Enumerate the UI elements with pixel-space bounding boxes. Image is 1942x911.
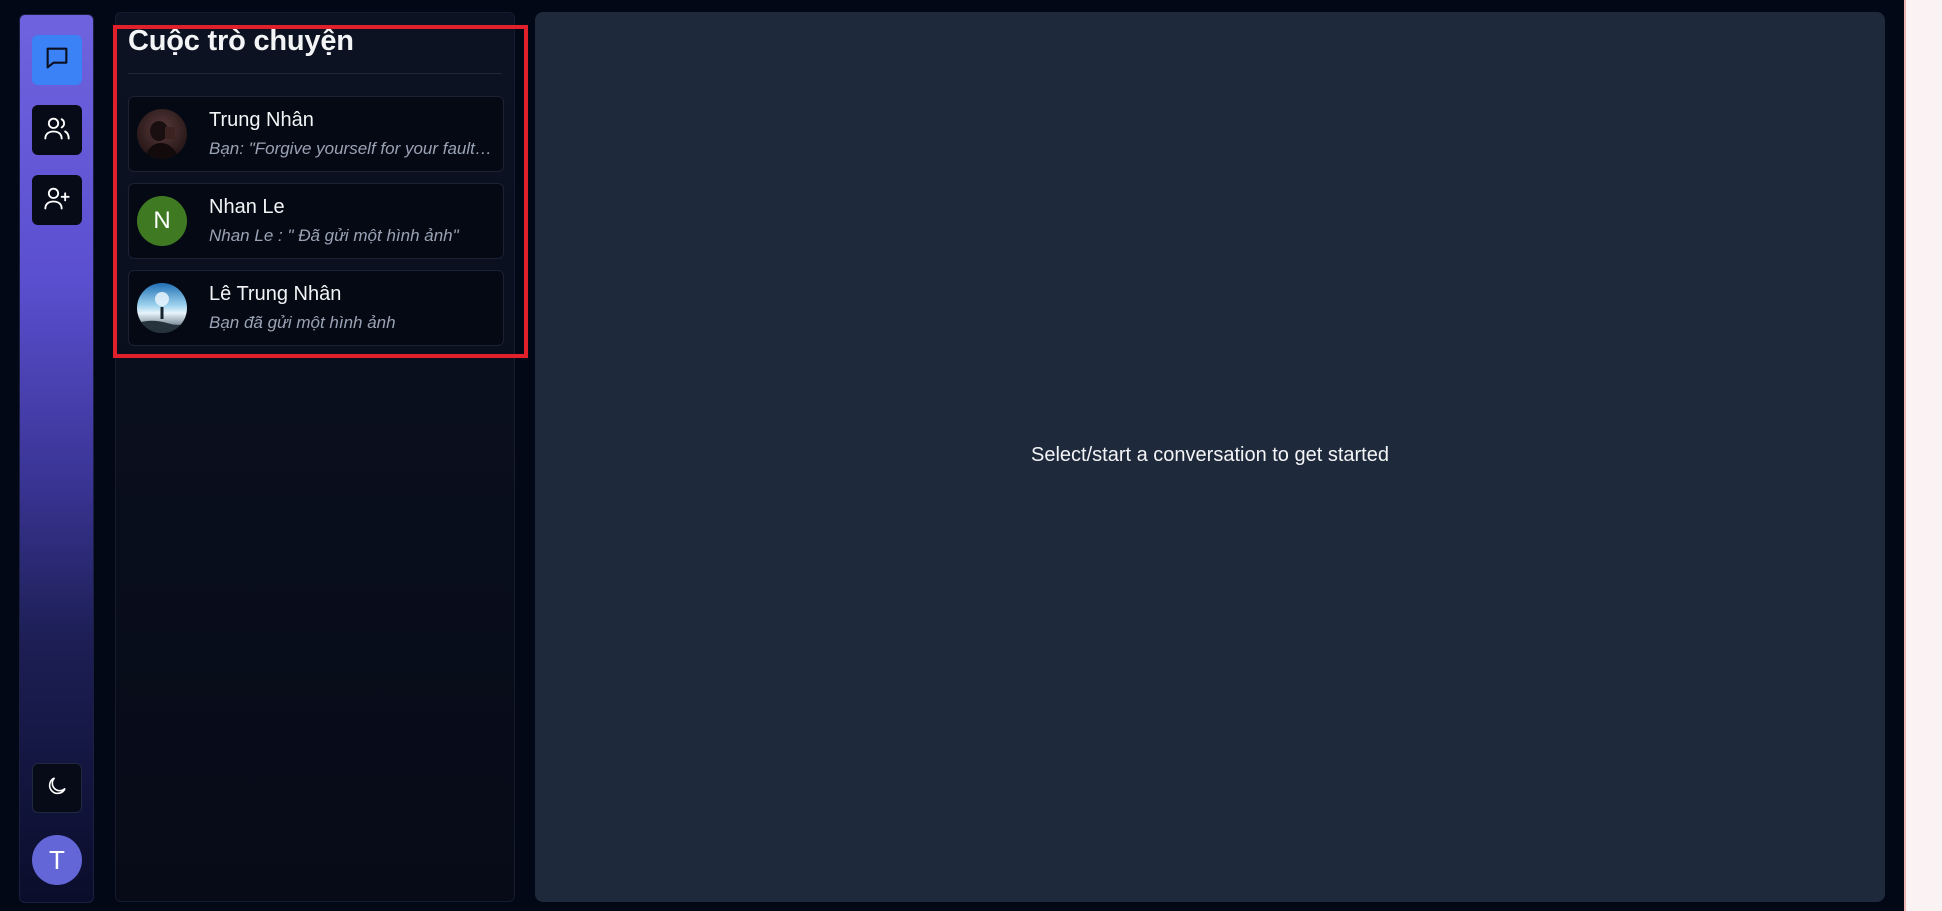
conversation-preview: Bạn: "Forgive yourself for your faults a… bbox=[209, 139, 495, 158]
conversation-name: Nhan Le bbox=[209, 196, 285, 218]
empty-state-message: Select/start a conversation to get start… bbox=[1031, 444, 1389, 466]
add-friend-nav-button[interactable] bbox=[32, 175, 82, 225]
conversation-name: Trung Nhân bbox=[209, 109, 314, 131]
conversation-item[interactable]: Trung Nhân Bạn: "Forgive yourself for yo… bbox=[128, 96, 504, 172]
window-edge bbox=[1904, 0, 1942, 911]
user-plus-icon bbox=[43, 184, 71, 217]
app-root: T Cuộc trò chuyện Trung Nhân Bạn: "Forgi… bbox=[0, 0, 1942, 911]
conversation-preview: Nhan Le : " Đã gửi một hình ảnh" bbox=[209, 226, 459, 245]
conversation-name: Lê Trung Nhân bbox=[209, 283, 342, 305]
conversation-item[interactable]: N Nhan Le Nhan Le : " Đã gửi một hình ản… bbox=[128, 183, 504, 259]
chats-nav-button[interactable] bbox=[32, 35, 82, 85]
avatar: N bbox=[137, 196, 187, 246]
conversation-list-panel: Cuộc trò chuyện Trung Nhân Bạn: "Forgive… bbox=[115, 12, 515, 902]
conversation-list-title: Cuộc trò chuyện bbox=[128, 25, 354, 57]
users-icon bbox=[43, 114, 71, 147]
window-edge-border bbox=[1904, 0, 1906, 911]
chat-bubble-icon bbox=[43, 44, 71, 77]
title-divider bbox=[128, 73, 502, 74]
icon-rail: T bbox=[19, 14, 94, 903]
moon-icon bbox=[45, 774, 69, 803]
conversation-item[interactable]: Lê Trung Nhân Bạn đã gửi một hình ảnh bbox=[128, 270, 504, 346]
friends-nav-button[interactable] bbox=[32, 105, 82, 155]
user-avatar[interactable]: T bbox=[32, 835, 82, 885]
avatar bbox=[137, 109, 187, 159]
chat-main-area: Select/start a conversation to get start… bbox=[535, 12, 1885, 902]
theme-toggle-button[interactable] bbox=[32, 763, 82, 813]
conversation-preview: Bạn đã gửi một hình ảnh bbox=[209, 313, 396, 332]
avatar bbox=[137, 283, 187, 333]
